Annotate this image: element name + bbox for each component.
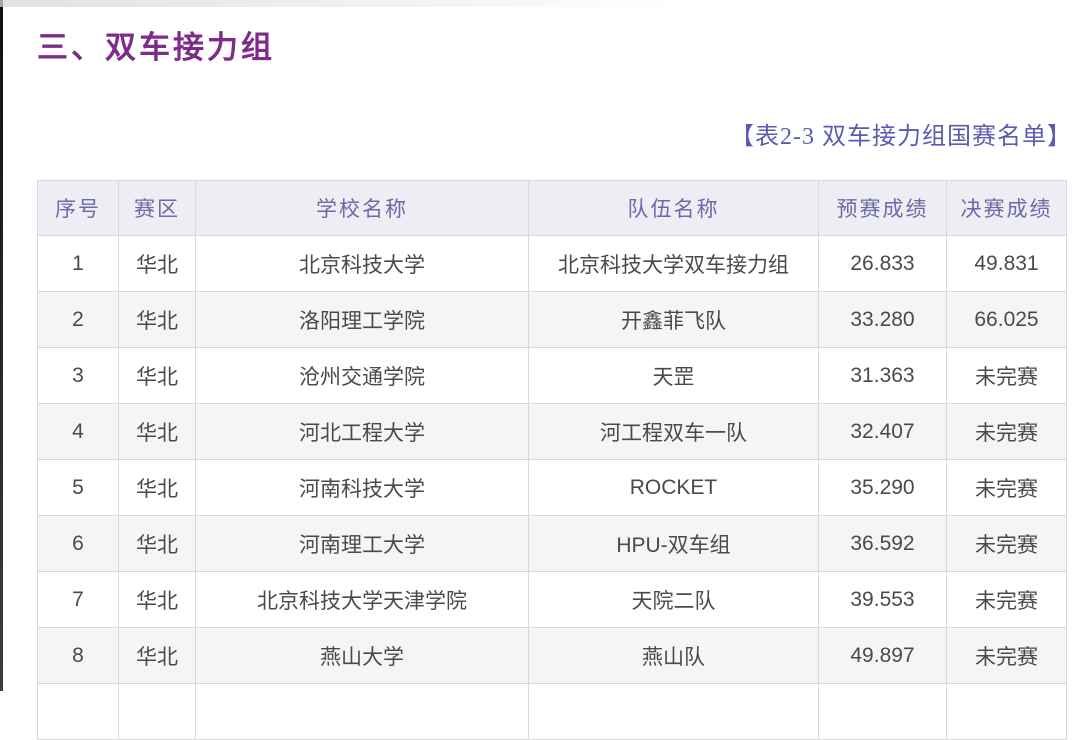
table-row-partial: [38, 684, 1067, 740]
cell-region: 华北: [119, 516, 196, 572]
cell-rank: 3: [38, 348, 119, 404]
cell-rank: 4: [38, 404, 119, 460]
cell-rank: 1: [38, 236, 119, 292]
column-header-region: 赛区: [119, 181, 196, 236]
cell-team: ROCKET: [529, 460, 819, 516]
cell-team: 天罡: [529, 348, 819, 404]
table-row: 6 华北 河南理工大学 HPU-双车组 36.592 未完赛: [38, 516, 1067, 572]
cell-rank: 6: [38, 516, 119, 572]
cell-region: 华北: [119, 628, 196, 684]
cell-team: HPU-双车组: [529, 516, 819, 572]
cell-team: 天院二队: [529, 572, 819, 628]
table-caption: 【表2-3 双车接力组国赛名单】: [730, 116, 1072, 151]
cell-school: 北京科技大学: [196, 236, 529, 292]
cell-team: 北京科技大学双车接力组: [529, 236, 819, 292]
column-header-rank: 序号: [38, 181, 119, 236]
table-row: 3 华北 沧州交通学院 天罡 31.363 未完赛: [38, 348, 1067, 404]
screen-left-edge: [0, 0, 3, 691]
cell-prelim-score: 49.897: [819, 628, 947, 684]
cell-team: [529, 684, 819, 740]
cell-school: [196, 684, 529, 740]
cell-prelim-score: 33.280: [819, 292, 947, 348]
column-header-final-score: 决赛成绩: [947, 181, 1067, 236]
table-row: 1 华北 北京科技大学 北京科技大学双车接力组 26.833 49.831: [38, 236, 1067, 292]
cell-rank: 7: [38, 572, 119, 628]
cell-team: 开鑫菲飞队: [529, 292, 819, 348]
table-row: 8 华北 燕山大学 燕山队 49.897 未完赛: [38, 628, 1067, 684]
cell-rank: 2: [38, 292, 119, 348]
page-title: 三、双车接力组: [37, 22, 275, 67]
cell-region: 华北: [119, 292, 196, 348]
column-header-prelim-score: 预赛成绩: [819, 181, 947, 236]
cell-final-score: [947, 684, 1067, 740]
cell-prelim-score: [819, 684, 947, 740]
cell-region: 华北: [119, 572, 196, 628]
results-table: 序号 赛区 学校名称 队伍名称 预赛成绩 决赛成绩 1 华北 北京科技大学 北京…: [37, 180, 1067, 740]
cell-school: 北京科技大学天津学院: [196, 572, 529, 628]
cell-prelim-score: 36.592: [819, 516, 947, 572]
cell-prelim-score: 32.407: [819, 404, 947, 460]
cell-prelim-score: 26.833: [819, 236, 947, 292]
table-row: 2 华北 洛阳理工学院 开鑫菲飞队 33.280 66.025: [38, 292, 1067, 348]
cell-prelim-score: 35.290: [819, 460, 947, 516]
table-row: 7 华北 北京科技大学天津学院 天院二队 39.553 未完赛: [38, 572, 1067, 628]
cell-region: 华北: [119, 236, 196, 292]
table-row: 5 华北 河南科技大学 ROCKET 35.290 未完赛: [38, 460, 1067, 516]
cell-team: 河工程双车一队: [529, 404, 819, 460]
cell-region: [119, 684, 196, 740]
cell-final-score: 49.831: [947, 236, 1067, 292]
cell-final-score: 未完赛: [947, 628, 1067, 684]
cell-team: 燕山队: [529, 628, 819, 684]
cell-final-score: 未完赛: [947, 572, 1067, 628]
cell-school: 燕山大学: [196, 628, 529, 684]
cell-rank: 8: [38, 628, 119, 684]
column-header-school: 学校名称: [196, 181, 529, 236]
cell-school: 沧州交通学院: [196, 348, 529, 404]
column-header-team: 队伍名称: [529, 181, 819, 236]
cell-prelim-score: 31.363: [819, 348, 947, 404]
table-header-row: 序号 赛区 学校名称 队伍名称 预赛成绩 决赛成绩: [38, 181, 1067, 236]
cell-final-score: 未完赛: [947, 516, 1067, 572]
cell-final-score: 未完赛: [947, 348, 1067, 404]
cell-region: 华北: [119, 348, 196, 404]
cell-prelim-score: 39.553: [819, 572, 947, 628]
cell-final-score: 未完赛: [947, 404, 1067, 460]
cell-region: 华北: [119, 460, 196, 516]
cell-final-score: 未完赛: [947, 460, 1067, 516]
cell-final-score: 66.025: [947, 292, 1067, 348]
cell-school: 河南理工大学: [196, 516, 529, 572]
cell-region: 华北: [119, 404, 196, 460]
cell-school: 洛阳理工学院: [196, 292, 529, 348]
cell-rank: [38, 684, 119, 740]
cell-school: 河南科技大学: [196, 460, 529, 516]
cell-school: 河北工程大学: [196, 404, 529, 460]
table-row: 4 华北 河北工程大学 河工程双车一队 32.407 未完赛: [38, 404, 1067, 460]
cell-rank: 5: [38, 460, 119, 516]
page-top-shade: [0, 0, 680, 7]
